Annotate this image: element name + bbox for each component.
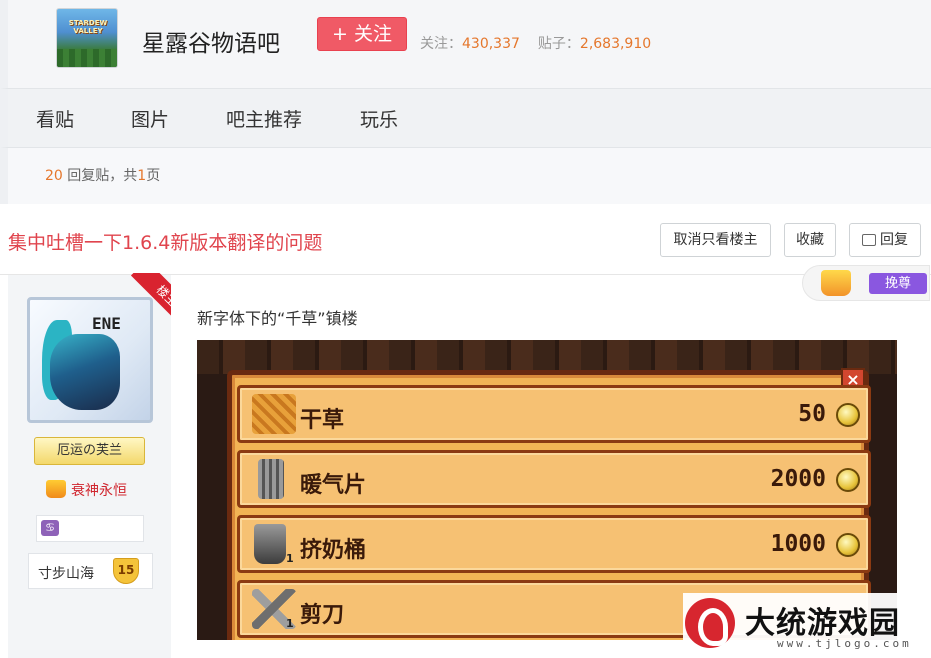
posts-label: 贴子： [537,36,580,52]
author-panel: ENE 楼主 厄运の芙兰 衰神永恒 ♋ 寸步山海 15 [8,273,183,658]
crown-icon [821,270,851,296]
game-background [197,340,897,374]
reply-count: 20 [45,168,63,184]
reply-count-label: 回复贴，共 [62,168,138,184]
tab-view-posts[interactable]: 看贴 [36,105,74,132]
rank-title-badge[interactable]: 厄运の芙兰 [34,437,145,465]
reply-button-label: 回复 [880,232,908,248]
only-op-button[interactable]: 取消只看楼主 [660,223,771,257]
vip-tag[interactable]: 挽尊 [802,265,930,301]
coin-icon [836,403,860,427]
followers-label: 关注： [420,36,462,52]
site-watermark: 大统游戏园 www.tjlogo.com [683,593,931,658]
shop-item-price: 50 [798,401,826,427]
tab-moderator-picks[interactable]: 吧主推荐 [226,105,302,132]
thread-title-bar: 集中吐槽一下1.6.4新版本翻译的问题 取消只看楼主 收藏 回复 [0,204,931,275]
medal[interactable]: 衰神永恒 [46,480,127,500]
shop-item-name: 干草 [300,408,345,433]
forum-nav: 看贴 图片 吧主推荐 玩乐 [0,88,931,148]
forum-name[interactable]: 星露谷物语吧 [142,24,280,58]
zodiac-cancer-icon: ♋ [41,520,59,536]
watermark-brand: 大统游戏园 [745,606,900,641]
heater-icon [258,459,284,499]
follow-button[interactable]: + 关注 [317,17,407,51]
avatar-figure [50,334,120,410]
reply-count-bar: 20 回复贴，共1页 [0,148,931,204]
shop-item-name: 剪刀 [300,603,345,628]
milk-pail-icon [254,524,286,564]
shop-item-name: 挤奶桶 [300,538,367,563]
shop-item-qty: 1 [286,617,294,630]
favorite-button[interactable]: 收藏 [784,223,836,257]
thread-title: 集中吐槽一下1.6.4新版本翻译的问题 [8,232,323,254]
followers-count: 430,337 [462,36,520,52]
forum-logo[interactable]: STARDEW VALLEY [56,8,118,68]
page-count-suffix: 页 [146,168,161,184]
level-name: 寸步山海 [38,566,94,582]
posts-count: 2,683,910 [579,36,652,52]
coin-icon [836,468,860,492]
vip-badge: 挽尊 [869,273,927,294]
reply-icon [862,234,876,246]
tab-images[interactable]: 图片 [131,105,169,132]
logo-ground [57,49,117,67]
shop-item: 干草 50 [237,385,871,443]
reply-button[interactable]: 回复 [849,223,921,257]
forum-header: STARDEW VALLEY 星露谷物语吧 + 关注 关注：430,337 贴子：… [0,0,931,88]
shop-item: 暖气片 2000 [237,450,871,508]
crown-icon [46,480,66,498]
page-count: 1 [137,168,147,184]
tab-fun[interactable]: 玩乐 [360,105,398,132]
coin-icon [836,533,860,557]
forum-stats: 关注：430,337 贴子：2,683,910 [420,33,651,53]
avatar-text: ENE [92,314,121,333]
reply-count-text: 20 回复贴，共1页 [45,165,160,185]
watermark-url: www.tjlogo.com [777,637,912,650]
shop-item-qty: 1 [286,552,294,565]
shop-item-name: 暖气片 [300,473,367,498]
watermark-logo-icon [685,598,735,648]
level-box[interactable]: 寸步山海 15 [28,553,153,589]
post-text: 新字体下的“千草”镇楼 [197,309,358,328]
shop-item: 1 挤奶桶 1000 [237,515,871,573]
zodiac-box: ♋ [36,515,144,542]
level-badge: 15 [113,558,139,584]
hay-icon [252,394,296,434]
forum-logo-text: STARDEW VALLEY [68,19,108,35]
shop-item-price: 2000 [770,466,826,492]
medal-label: 衰神永恒 [71,483,127,499]
shop-item-price: 1000 [770,531,826,557]
